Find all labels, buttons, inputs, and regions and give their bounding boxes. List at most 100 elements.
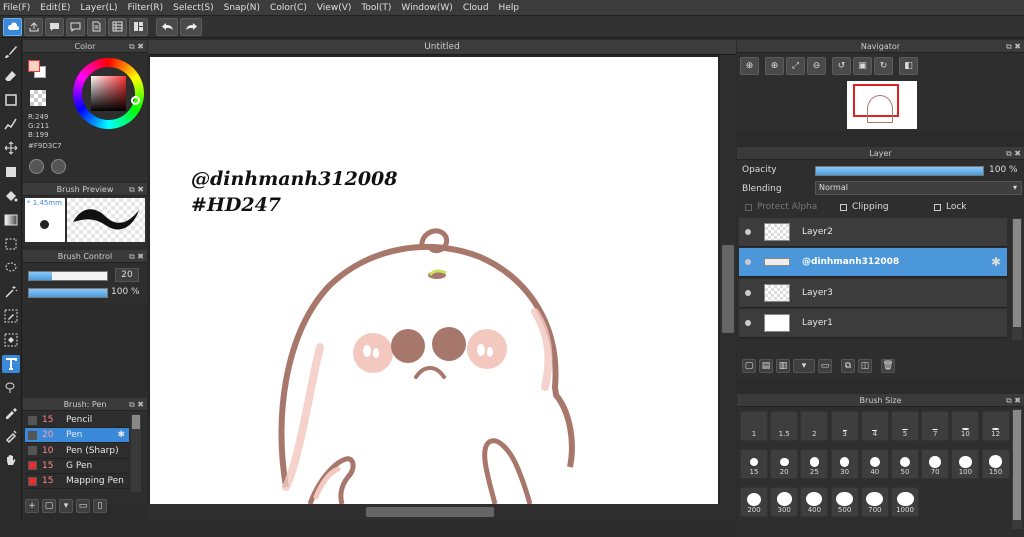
clipping-checkbox[interactable]: Clipping: [840, 202, 889, 212]
hue-marker[interactable]: [131, 96, 140, 105]
bucket-icon[interactable]: [2, 187, 20, 205]
move-icon[interactable]: [2, 139, 20, 157]
brush-icon[interactable]: [2, 43, 20, 61]
menu-item[interactable]: Select(S): [173, 3, 214, 13]
menu-item[interactable]: Edit(E): [40, 3, 70, 13]
redo-icon[interactable]: [180, 18, 202, 36]
comment-icon[interactable]: [66, 18, 85, 36]
visibility-icon[interactable]: [745, 290, 751, 296]
primary-color-swatch[interactable]: [28, 60, 40, 72]
brush-size-slider[interactable]: [28, 271, 108, 281]
new-layer-1bit-icon[interactable]: ▥: [776, 359, 790, 373]
cloud-icon[interactable]: [3, 18, 22, 36]
canvas[interactable]: @dinhmanh312008 #HD247: [150, 57, 718, 504]
new-doc-icon[interactable]: [87, 18, 106, 36]
protect-alpha-checkbox[interactable]: Protect Alpha: [745, 202, 817, 212]
brush-size-cell[interactable]: 300: [770, 487, 798, 517]
brush-size-cell[interactable]: 200: [740, 487, 768, 517]
dropper-icon[interactable]: [2, 427, 20, 445]
brush-list-item[interactable]: 15Pencil: [25, 413, 129, 428]
brush-list-item[interactable]: 10Pen (Sharp): [25, 444, 129, 459]
blending-select[interactable]: Normal ▾: [815, 181, 1022, 195]
menu-item[interactable]: Filter(R): [128, 3, 164, 13]
fit-screen-icon[interactable]: ⤢: [786, 57, 805, 75]
select-pen-icon[interactable]: [2, 307, 20, 325]
brush-list-item[interactable]: 15G Pen: [25, 459, 129, 474]
layer-copy-icon[interactable]: ⧉: [841, 359, 855, 373]
layer-row[interactable]: @dinhmanh312008✱: [739, 248, 1007, 277]
brush-size-cell[interactable]: 1000: [891, 487, 919, 517]
wand-icon[interactable]: [2, 283, 20, 301]
fill-rect-icon[interactable]: [2, 163, 20, 181]
lasso-fill-icon[interactable]: [2, 379, 20, 397]
brush-size-cell[interactable]: 2: [800, 411, 828, 441]
brush-size-cell[interactable]: 5: [891, 411, 919, 441]
layer-merge-icon[interactable]: ◫: [858, 359, 872, 373]
layer-menu-icon[interactable]: ▾: [793, 359, 815, 373]
brush-size-cell[interactable]: 4: [861, 411, 889, 441]
layer-row[interactable]: Layer3: [739, 279, 1007, 308]
horizontal-scrollbar[interactable]: [148, 504, 736, 520]
hex-value[interactable]: #F9D3C7: [28, 142, 62, 151]
menu-item[interactable]: Cloud: [463, 3, 489, 13]
menu-item[interactable]: Snap(N): [224, 3, 260, 13]
brush-folder-icon[interactable]: ▭: [76, 499, 90, 513]
layer-row[interactable]: Layer2: [739, 218, 1007, 247]
eraser-icon[interactable]: [2, 67, 20, 85]
brush-list-scrollbar[interactable]: [131, 414, 141, 492]
layer-row[interactable]: Layer1: [739, 309, 1007, 338]
brush-list-item[interactable]: 20Pen✱: [25, 428, 129, 443]
lasso-icon[interactable]: [2, 259, 20, 277]
brush-size-cell[interactable]: 400: [800, 487, 828, 517]
rotate-left-icon[interactable]: ↺: [832, 57, 851, 75]
brush-menu-icon[interactable]: ▾: [59, 499, 73, 513]
layer-opacity-slider[interactable]: [815, 166, 984, 176]
brush-size-cell[interactable]: 100: [951, 449, 979, 479]
new-layer-8bit-icon[interactable]: ▤: [759, 359, 773, 373]
brush-size-cell[interactable]: 50: [891, 449, 919, 479]
color-square[interactable]: [91, 76, 126, 111]
layer-settings-icon[interactable]: ✱: [991, 255, 1001, 269]
flip-icon[interactable]: ◧: [899, 57, 918, 75]
visibility-icon[interactable]: [745, 259, 751, 265]
layer-list-scrollbar[interactable]: [1012, 218, 1022, 340]
brush-size-cell[interactable]: 20: [770, 449, 798, 479]
zoom-out-icon[interactable]: ⊕: [765, 57, 784, 75]
select-rect-icon[interactable]: [2, 235, 20, 253]
vertical-scrollbar[interactable]: [720, 55, 736, 505]
brush-size-cell[interactable]: 150: [982, 449, 1010, 479]
share-icon[interactable]: [24, 18, 43, 36]
menu-item[interactable]: Tool(T): [361, 3, 391, 13]
pen-icon[interactable]: [2, 115, 20, 133]
zoom-in-icon[interactable]: ⊕: [740, 57, 759, 75]
brush-size-cell[interactable]: 3: [831, 411, 859, 441]
navigator-thumbnail[interactable]: [847, 81, 917, 129]
brush-size-scrollbar[interactable]: [1012, 409, 1022, 529]
panel-layout-icon[interactable]: [129, 18, 148, 36]
gradient-icon[interactable]: [2, 211, 20, 229]
brush-copy-icon[interactable]: ▢: [42, 499, 56, 513]
brush-size-cell[interactable]: 7: [921, 411, 949, 441]
rotate-right-icon[interactable]: ↻: [874, 57, 893, 75]
brush-size-cell[interactable]: 700: [861, 487, 889, 517]
add-brush-icon[interactable]: +: [25, 499, 39, 513]
hand-icon[interactable]: [2, 451, 20, 469]
menu-item[interactable]: View(V): [317, 3, 352, 13]
brush-settings-icon[interactable]: ✱: [117, 430, 125, 440]
chat-icon[interactable]: [45, 18, 64, 36]
brush-list-item[interactable]: 15Mapping Pen: [25, 474, 129, 489]
palette-edit-icon[interactable]: [51, 159, 66, 174]
new-layer-icon[interactable]: ▢: [742, 359, 756, 373]
menu-item[interactable]: File(F): [3, 3, 30, 13]
brush-size-cell[interactable]: 40: [861, 449, 889, 479]
lock-checkbox[interactable]: Lock: [934, 202, 967, 212]
brush-opacity-slider[interactable]: [28, 288, 108, 298]
brush-size-cell[interactable]: 10: [951, 411, 979, 441]
fit-icon[interactable]: ▣: [853, 57, 872, 75]
eyedropper-icon[interactable]: [2, 403, 20, 421]
transparent-swatch[interactable]: [30, 90, 46, 106]
brush-size-cell[interactable]: 70: [921, 449, 949, 479]
brush-size-cell[interactable]: 500: [831, 487, 859, 517]
menu-item[interactable]: Color(C): [270, 3, 307, 13]
visibility-icon[interactable]: [745, 320, 751, 326]
